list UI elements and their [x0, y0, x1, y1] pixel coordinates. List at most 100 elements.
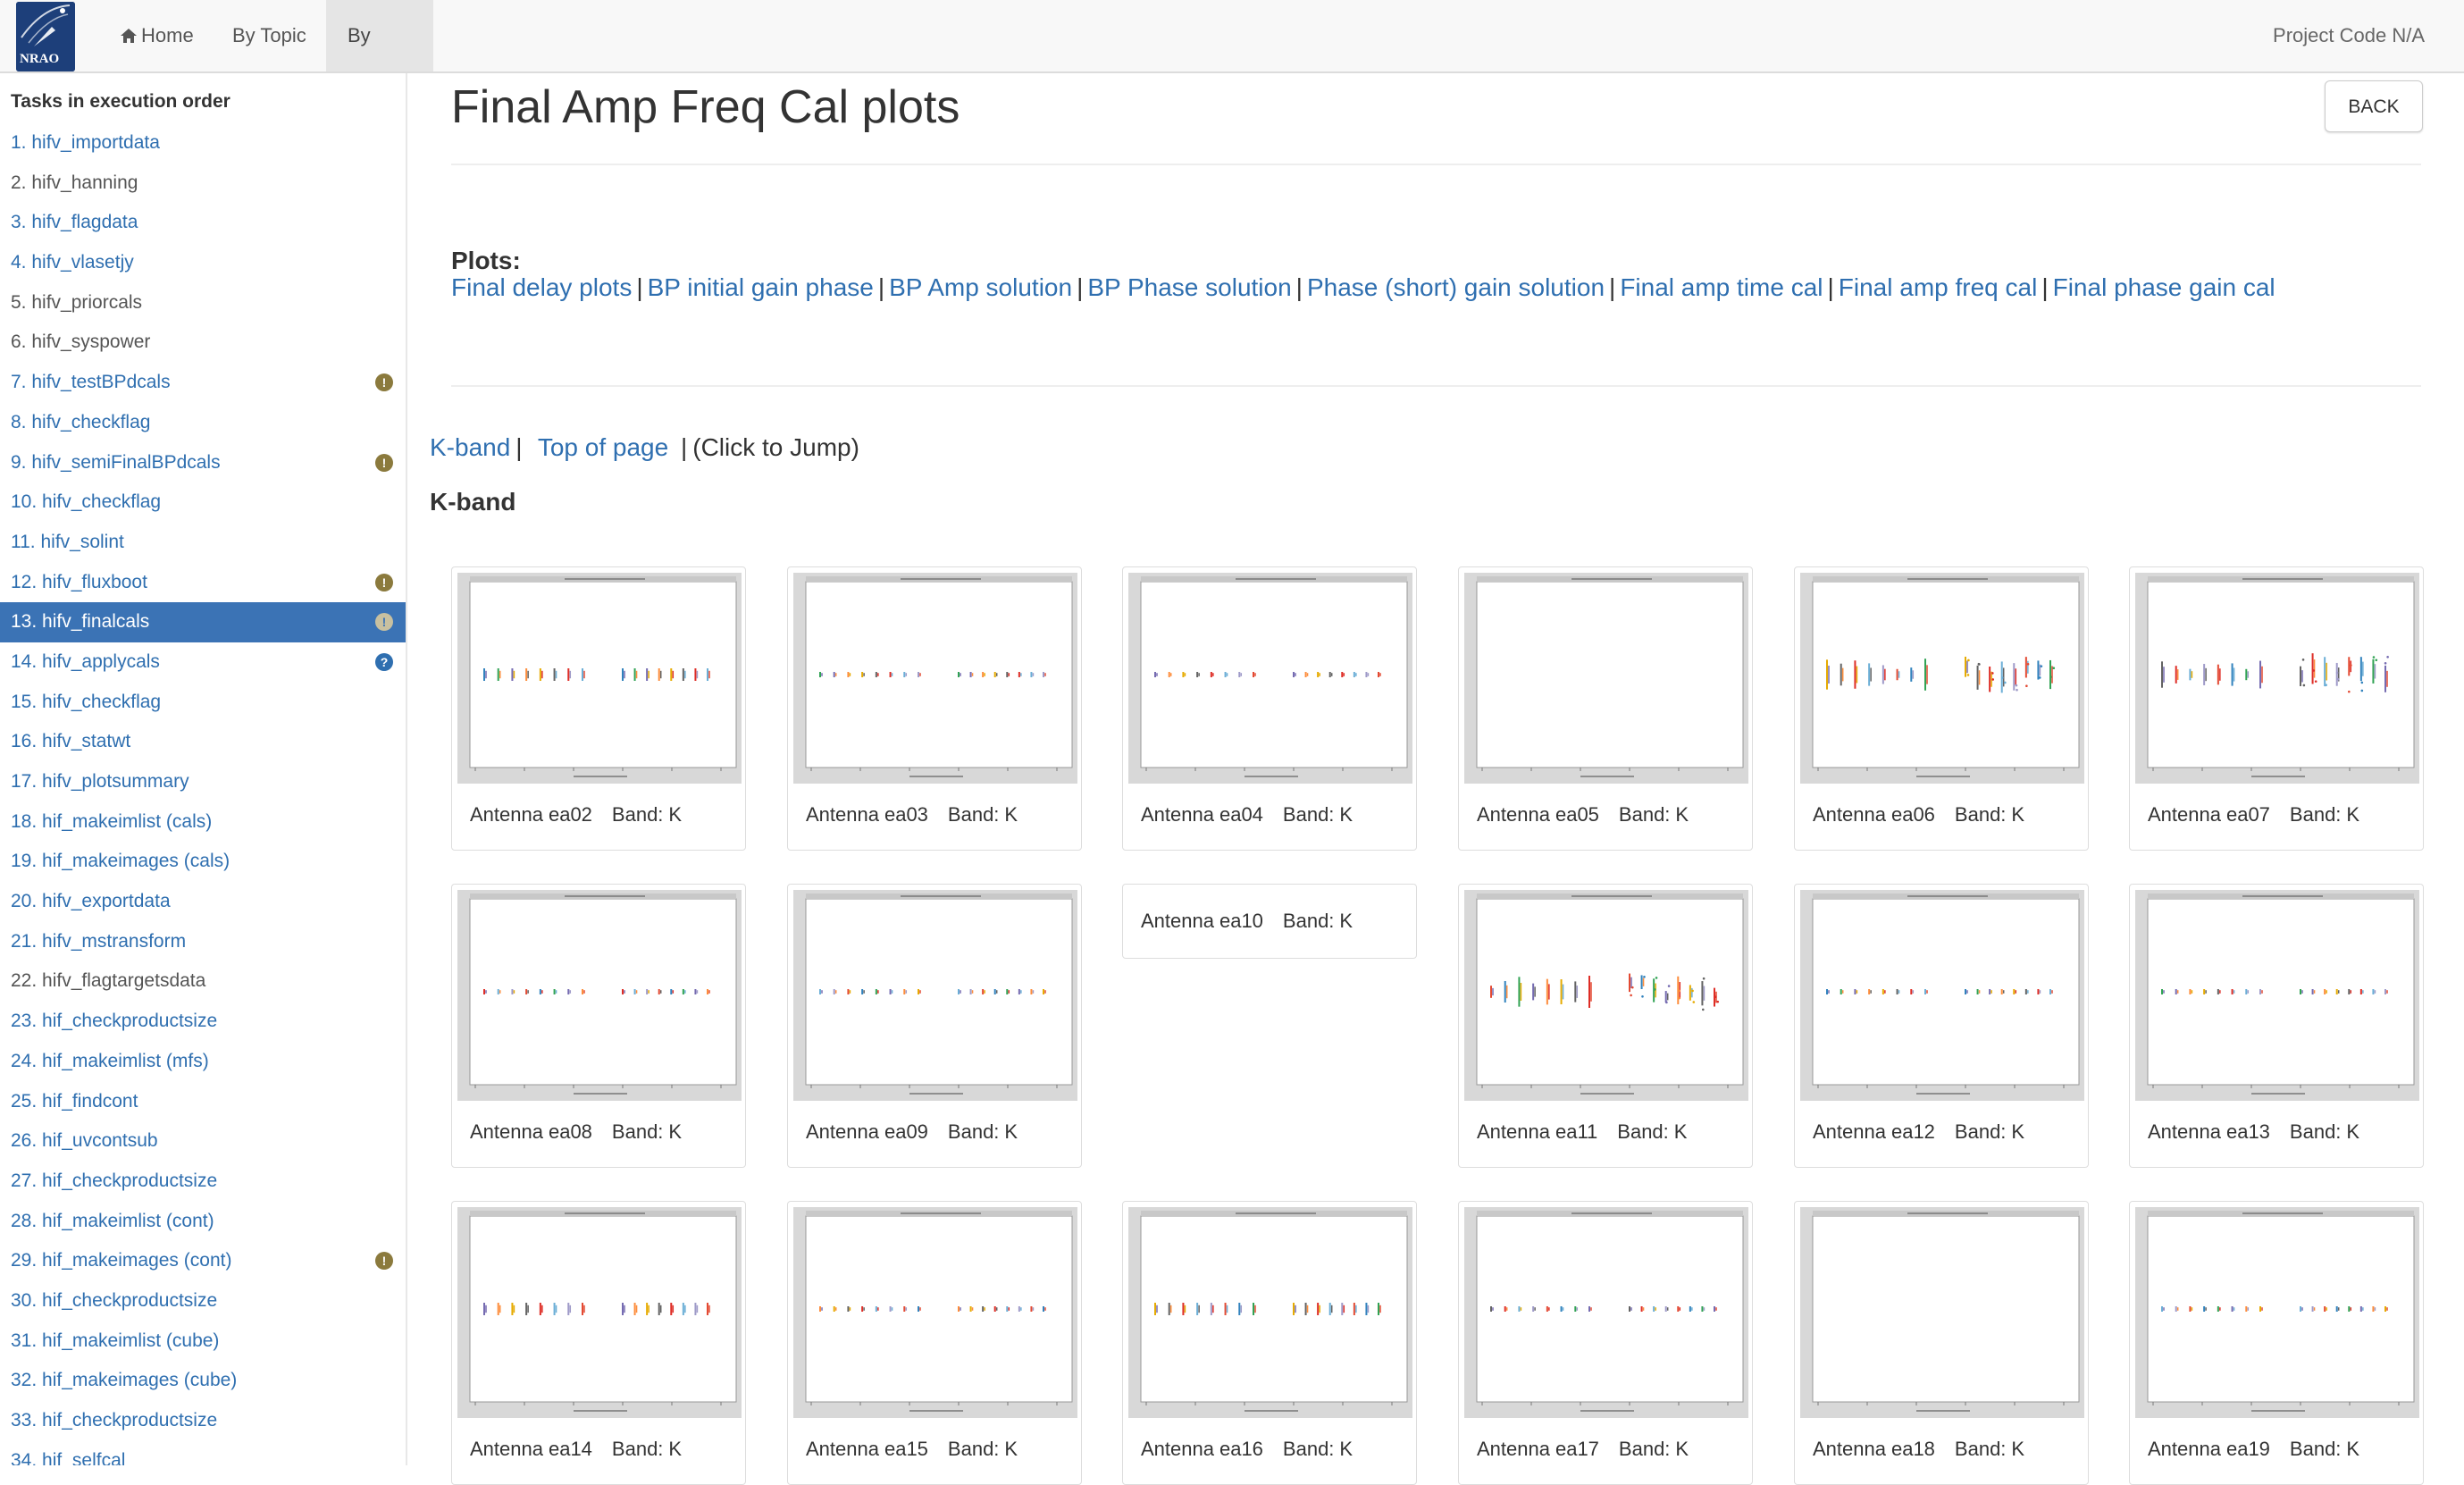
- sidebar-task-item[interactable]: 30. hif_checkproductsize: [0, 1281, 406, 1321]
- antenna-plot-card[interactable]: Antenna ea07 Band: K: [2129, 566, 2424, 851]
- antenna-plot-card[interactable]: Antenna ea17 Band: K: [1458, 1201, 1753, 1485]
- sidebar-task-item[interactable]: 29. hif_makeimages (cont)!: [0, 1241, 406, 1281]
- nav-home-link[interactable]: Home: [98, 0, 215, 71]
- plots-link[interactable]: Phase (short) gain solution: [1307, 273, 1605, 301]
- plot-thumbnail-graphic: [2135, 1207, 2419, 1418]
- plots-link[interactable]: Final amp time cal: [1620, 273, 1823, 301]
- antenna-plot-image[interactable]: [793, 1207, 1077, 1418]
- nav-by-topic-link[interactable]: By Topic: [211, 0, 328, 71]
- sidebar-task-item[interactable]: 5. hifv_priorcals: [0, 283, 406, 323]
- plots-link[interactable]: Final amp freq cal: [1839, 273, 2038, 301]
- sidebar-task-item[interactable]: 28. hif_makeimlist (cont): [0, 1202, 406, 1242]
- sidebar-task-item[interactable]: 10. hifv_checkflag: [0, 482, 406, 523]
- antenna-plot-image[interactable]: [2135, 1207, 2419, 1418]
- help-icon: ?: [375, 652, 393, 671]
- jump-top-of-page-link[interactable]: Top of page: [538, 433, 668, 461]
- sidebar-task-item[interactable]: 24. hif_makeimlist (mfs): [0, 1042, 406, 1082]
- antenna-plot-card[interactable]: Antenna ea13 Band: K: [2129, 884, 2424, 1168]
- antenna-plot-image[interactable]: [1464, 1207, 1748, 1418]
- sidebar-task-item[interactable]: 8. hifv_checkflag: [0, 403, 406, 443]
- sidebar-task-item[interactable]: 16. hifv_statwt: [0, 722, 406, 762]
- antenna-plot-card[interactable]: Antenna ea12 Band: K: [1794, 884, 2089, 1168]
- back-button[interactable]: BACK: [2325, 80, 2423, 132]
- antenna-plot-card[interactable]: Antenna ea04 Band: K: [1122, 566, 1417, 851]
- sidebar-task-item[interactable]: 3. hifv_flagdata: [0, 203, 406, 243]
- antenna-plot-image[interactable]: [1464, 890, 1748, 1101]
- antenna-name: ea02: [548, 803, 592, 826]
- sidebar-task-item[interactable]: 15. hifv_checkflag: [0, 683, 406, 723]
- sidebar-task-item[interactable]: 4. hifv_vlasetjy: [0, 243, 406, 283]
- antenna-plot-image[interactable]: [1464, 573, 1748, 784]
- antenna-plot-card[interactable]: Antenna ea19 Band: K: [2129, 1201, 2424, 1485]
- antenna-name: ea11: [1555, 1120, 1598, 1143]
- band-prefix: Band:: [1954, 1438, 2007, 1460]
- antenna-plot-card[interactable]: Antenna ea10 Band: K: [1122, 884, 1417, 959]
- jump-separator: |: [680, 433, 688, 461]
- sidebar-task-item[interactable]: 14. hifv_applycals?: [0, 642, 406, 683]
- antenna-plot-card[interactable]: Antenna ea09 Band: K: [787, 884, 1082, 1168]
- antenna-plot-card[interactable]: Antenna ea08 Band: K: [451, 884, 746, 1168]
- sidebar-task-item[interactable]: 26. hif_uvcontsub: [0, 1121, 406, 1162]
- band-value: K: [2011, 803, 2025, 826]
- sidebar-task-item[interactable]: 23. hif_checkproductsize: [0, 1002, 406, 1042]
- band-value: K: [1675, 803, 1689, 826]
- sidebar-task-item[interactable]: 27. hif_checkproductsize: [0, 1162, 406, 1202]
- sidebar-task-label: 15. hifv_checkflag: [11, 691, 162, 712]
- plots-link[interactable]: Final delay plots: [451, 273, 632, 301]
- antenna-plot-image[interactable]: [2135, 890, 2419, 1101]
- sidebar-task-item[interactable]: 6. hifv_syspower: [0, 323, 406, 363]
- sidebar-task-item[interactable]: 20. hifv_exportdata: [0, 882, 406, 922]
- sidebar-task-item[interactable]: 9. hifv_semiFinalBPdcals!: [0, 443, 406, 483]
- sidebar-task-label: 17. hifv_plotsummary: [11, 771, 189, 792]
- antenna-prefix: Antenna: [806, 803, 879, 826]
- sidebar-task-label: 7. hifv_testBPdcals: [11, 372, 171, 393]
- antenna-plot-image[interactable]: [1800, 890, 2084, 1101]
- sidebar-task-item[interactable]: 1. hifv_importdata: [0, 123, 406, 164]
- antenna-plot-card[interactable]: Antenna ea14 Band: K: [451, 1201, 746, 1485]
- sidebar-task-item[interactable]: 25. hif_findcont: [0, 1082, 406, 1122]
- sidebar-task-item[interactable]: 17. hifv_plotsummary: [0, 762, 406, 802]
- plots-link[interactable]: BP Amp solution: [889, 273, 1072, 301]
- antenna-plot-image[interactable]: [793, 890, 1077, 1101]
- antenna-plot-card[interactable]: Antenna ea03 Band: K: [787, 566, 1082, 851]
- antenna-plot-image[interactable]: [793, 573, 1077, 784]
- antenna-plot-card[interactable]: Antenna ea06 Band: K: [1794, 566, 2089, 851]
- band-prefix: Band:: [1954, 1120, 2007, 1143]
- sidebar-task-item[interactable]: 21. hifv_mstransform: [0, 922, 406, 962]
- antenna-plot-image[interactable]: [2135, 573, 2419, 784]
- antenna-plot-image[interactable]: [457, 573, 742, 784]
- sidebar-task-item[interactable]: 7. hifv_testBPdcals!: [0, 363, 406, 403]
- jump-k-band-link[interactable]: K-band: [430, 433, 510, 461]
- sidebar-task-item[interactable]: 32. hif_makeimages (cube): [0, 1361, 406, 1401]
- antenna-plot-card[interactable]: Antenna ea16 Band: K: [1122, 1201, 1417, 1485]
- antenna-plot-image[interactable]: [1128, 573, 1412, 784]
- sidebar-task-item[interactable]: 31. hif_makeimlist (cube): [0, 1321, 406, 1362]
- sidebar-task-item[interactable]: 22. hifv_flagtargetsdata: [0, 961, 406, 1002]
- antenna-plot-card[interactable]: Antenna ea18 Band: K: [1794, 1201, 2089, 1485]
- antenna-plot-image[interactable]: [457, 1207, 742, 1418]
- sidebar-task-item[interactable]: 33. hif_checkproductsize: [0, 1401, 406, 1441]
- sidebar-task-item[interactable]: 12. hifv_fluxboot!: [0, 563, 406, 603]
- band-prefix: Band:: [1618, 803, 1671, 826]
- sidebar-task-item[interactable]: 18. hif_makeimlist (cals): [0, 802, 406, 843]
- antenna-plot-image[interactable]: [457, 890, 742, 1101]
- nav-by-task-link[interactable]: By Task: [326, 0, 433, 118]
- antenna-plot-image[interactable]: [1800, 573, 2084, 784]
- antenna-plot-image[interactable]: [1128, 1207, 1412, 1418]
- sidebar-task-item[interactable]: 13. hifv_finalcals!: [0, 602, 406, 642]
- antenna-plot-image[interactable]: [1800, 1207, 2084, 1418]
- plots-link[interactable]: BP initial gain phase: [648, 273, 874, 301]
- nrao-logo[interactable]: NRAO: [16, 2, 75, 71]
- sidebar-task-item[interactable]: 2. hifv_hanning: [0, 164, 406, 204]
- antenna-plot-card[interactable]: Antenna ea05 Band: K: [1458, 566, 1753, 851]
- plots-link[interactable]: BP Phase solution: [1087, 273, 1291, 301]
- band-prefix: Band:: [1954, 803, 2007, 826]
- antenna-prefix: Antenna: [1813, 803, 1886, 826]
- antenna-plot-card[interactable]: Antenna ea15 Band: K: [787, 1201, 1082, 1485]
- antenna-plot-card[interactable]: Antenna ea02 Band: K: [451, 566, 746, 851]
- sidebar-task-item[interactable]: 19. hif_makeimages (cals): [0, 842, 406, 882]
- plots-link[interactable]: Final phase gain cal: [2053, 273, 2275, 301]
- sidebar-task-item[interactable]: 11. hifv_solint: [0, 523, 406, 563]
- antenna-plot-card[interactable]: Antenna ea11 Band: K: [1458, 884, 1753, 1168]
- sidebar-task-item[interactable]: 34. hif_selfcal: [0, 1441, 406, 1465]
